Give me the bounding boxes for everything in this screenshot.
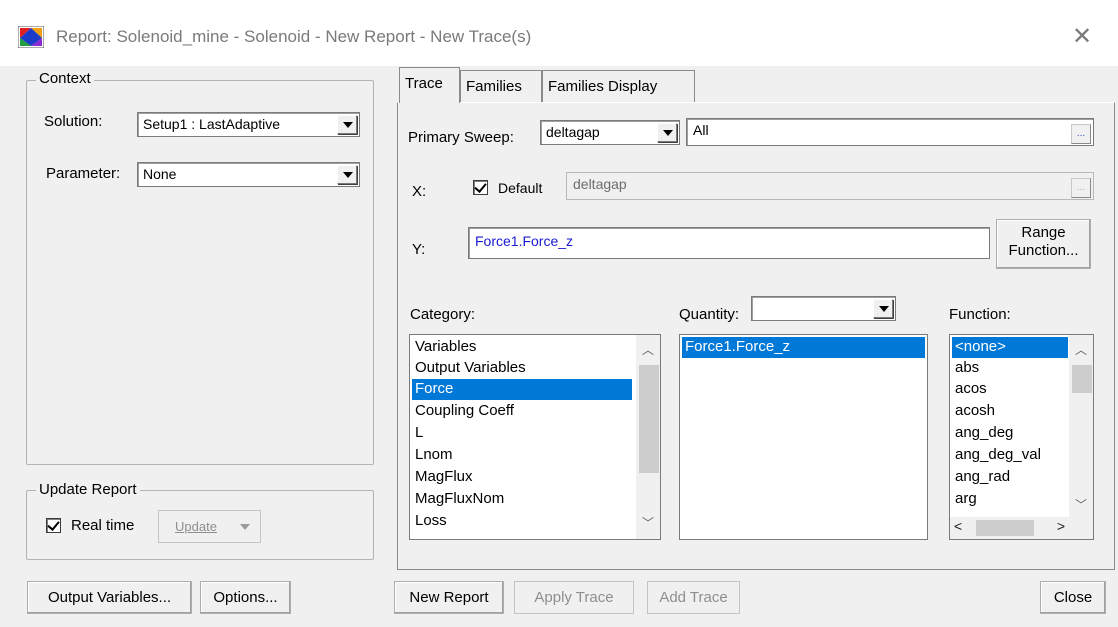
scrollbar-thumb[interactable] [639,365,659,473]
tab-trace[interactable]: Trace [399,67,460,103]
options-button[interactable]: Options... [200,581,291,614]
range-function-line1: Range [1021,224,1066,241]
scrollbar-thumb[interactable] [1072,365,1092,393]
list-item[interactable]: Variables [412,337,632,358]
new-report-button[interactable]: New Report [394,581,504,614]
scroll-up-icon[interactable]: ︿ [640,341,656,358]
solution-label: Solution: [44,113,103,130]
x-expression-value: deltagap [573,176,627,192]
list-item[interactable]: ang_deg_val [952,445,1068,466]
context-group-label: Context [36,70,94,87]
primary-sweep-label: Primary Sweep: [408,129,514,146]
scroll-down-icon[interactable]: ﹀ [1073,496,1089,513]
realtime-label: Real time [71,517,135,534]
primary-sweep-value: deltagap [546,124,600,140]
quantity-label: Quantity: [679,306,740,323]
parameter-label: Parameter: [46,165,121,182]
x-expression-field: deltagap ... [566,172,1094,200]
tab-strip: Trace Families Families Display [397,67,1117,104]
update-report-label: Update Report [36,481,140,498]
x-label: X: [412,183,427,200]
chevron-down-icon [240,524,250,530]
list-item[interactable]: ang_deg [952,423,1068,444]
chevron-down-icon[interactable] [873,299,893,318]
list-item[interactable]: ang_rad [952,467,1068,488]
range-function-button[interactable]: Range Function... [996,219,1091,269]
category-scrollbar[interactable]: ︿ ﹀ [636,335,660,539]
category-list[interactable]: Variables Output Variables Force Couplin… [409,334,661,540]
update-split-button: Update [158,510,261,543]
x-default-label: Default [498,180,543,196]
function-vscrollbar[interactable]: ︿ ﹀ [1069,335,1093,517]
chevron-down-icon[interactable] [337,115,357,134]
list-item[interactable]: L [412,423,632,444]
close-window-icon[interactable]: ✕ [1068,22,1096,51]
list-item[interactable]: abs [952,358,1068,379]
list-item[interactable]: acos [952,379,1068,400]
sweep-range-field[interactable]: All ... [686,118,1094,146]
chevron-down-icon[interactable] [657,123,677,142]
scrollbar-corner [1069,517,1093,539]
close-button[interactable]: Close [1040,581,1106,614]
output-variables-button[interactable]: Output Variables... [27,581,192,614]
x-ellipsis-button: ... [1071,178,1091,198]
list-item-selected[interactable]: <none> [952,337,1068,358]
y-expression-field[interactable]: Force1.Force_z [468,227,990,259]
list-item[interactable]: MagFlux [412,467,632,488]
title-bar: Report: Solenoid_mine - Solenoid - New R… [0,0,1118,66]
solution-dropdown[interactable]: Setup1 : LastAdaptive [137,112,360,137]
function-hscrollbar[interactable]: < > [950,517,1069,539]
quantity-list[interactable]: Force1.Force_z [679,334,928,540]
context-group [26,80,374,465]
scroll-down-icon[interactable]: ﹀ [640,514,656,531]
add-trace-button: Add Trace [647,581,740,614]
scroll-up-icon[interactable]: ︿ [1073,341,1089,358]
tab-families-display[interactable]: Families Display [542,70,695,102]
function-list[interactable]: <none> abs acos acosh ang_deg ang_deg_va… [949,334,1094,540]
x-default-checkbox[interactable] [473,180,488,195]
list-item-selected[interactable]: Force [412,379,632,400]
scroll-left-icon[interactable]: < [954,518,962,534]
chevron-down-icon[interactable] [337,165,357,184]
quantity-dropdown[interactable] [751,296,896,321]
scroll-right-icon[interactable]: > [1057,518,1065,534]
y-expression-value: Force1.Force_z [475,233,574,249]
list-item[interactable]: Lnom [412,445,632,466]
list-item[interactable]: Output Variables [412,358,632,379]
scrollbar-thumb[interactable] [976,520,1034,536]
primary-sweep-dropdown[interactable]: deltagap [540,120,680,145]
parameter-value: None [143,166,177,182]
window-title: Report: Solenoid_mine - Solenoid - New R… [56,27,532,46]
update-button-label: Update [175,519,217,534]
parameter-dropdown[interactable]: None [137,162,360,187]
list-item-selected[interactable]: Force1.Force_z [682,337,925,358]
realtime-checkbox[interactable] [46,518,61,533]
solution-value: Setup1 : LastAdaptive [143,116,280,132]
sweep-range-value: All [693,122,709,138]
category-label: Category: [410,306,476,323]
app-logo-icon [18,26,44,48]
list-item[interactable]: Loss [412,511,632,532]
tab-families[interactable]: Families [460,70,542,102]
apply-trace-button: Apply Trace [514,581,634,614]
list-item[interactable]: acosh [952,401,1068,422]
sweep-range-ellipsis-button[interactable]: ... [1071,124,1091,144]
list-item[interactable]: Coupling Coeff [412,401,632,422]
list-item[interactable]: MagFluxNom [412,489,632,510]
list-item[interactable]: arg [952,489,1068,510]
range-function-line2: Function... [1008,242,1079,259]
y-label: Y: [412,241,426,258]
function-label: Function: [949,306,1011,323]
